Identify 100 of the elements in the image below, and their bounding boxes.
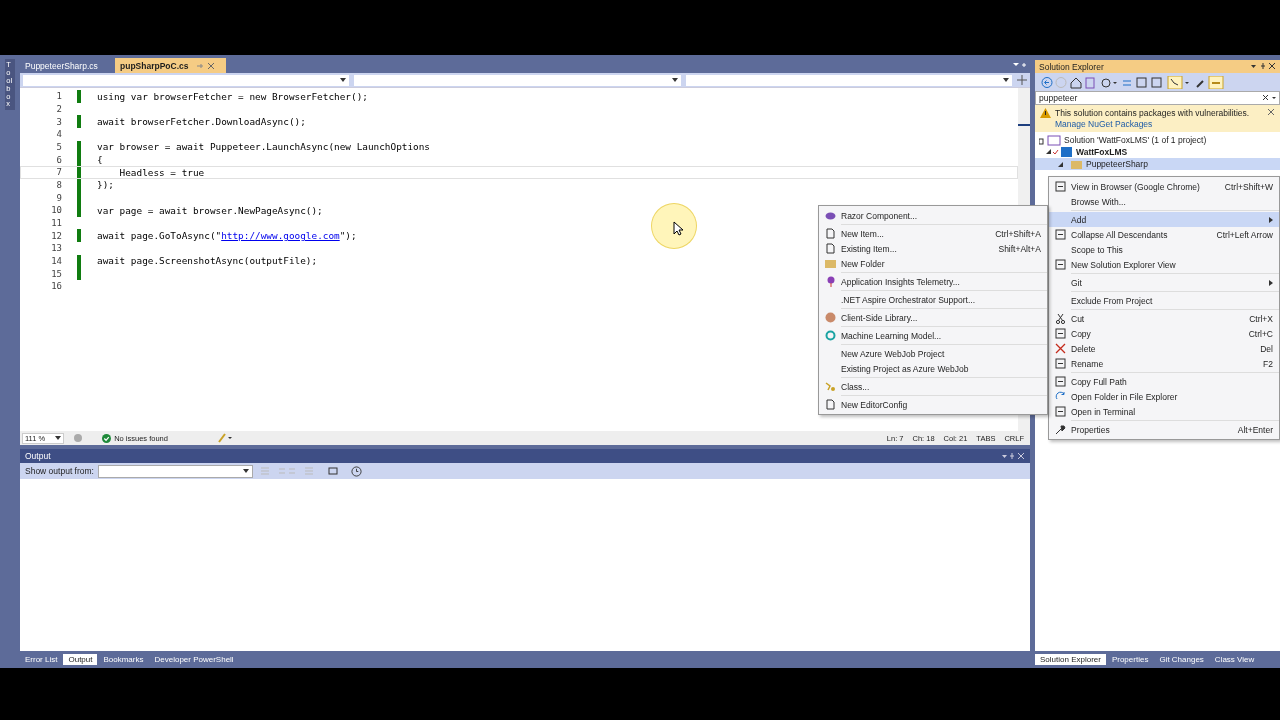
line-number: 4 xyxy=(55,129,62,140)
delete-icon xyxy=(1054,343,1066,354)
file-icon xyxy=(824,228,836,239)
folder-icon xyxy=(824,258,836,269)
panel-title: Solution Explorer xyxy=(1039,61,1104,72)
menu-item[interactable]: Delete Del xyxy=(1049,341,1279,356)
tree-item[interactable]: Solution 'WattFoxLMS' (1 of 1 project) xyxy=(1064,135,1207,145)
line-number: 10 xyxy=(50,205,62,216)
menu-item[interactable]: Client-Side Library... xyxy=(819,310,1047,325)
project-icon[interactable] xyxy=(1045,146,1073,158)
line-number: 7 xyxy=(55,167,62,178)
code-line: var browser = await Puppeteer.LaunchAsync(new LaunchOptions xyxy=(97,141,430,153)
url-link[interactable]: http://www.google.com xyxy=(221,230,340,242)
panel-controls-icon[interactable] xyxy=(1001,451,1025,461)
code-line: await browserFetcher.DownloadAsync(); xyxy=(97,116,306,128)
code-line: var page = await browser.NewPageAsync(); xyxy=(97,204,323,216)
tree-item[interactable]: WattFoxLMS xyxy=(1076,147,1128,157)
curved-arrow-icon xyxy=(1054,391,1066,402)
split-icon[interactable] xyxy=(1017,75,1027,85)
menu-item[interactable]: Rename F2 xyxy=(1049,356,1279,371)
line-number: 2 xyxy=(55,104,62,114)
menu-item[interactable]: Copy Full Path xyxy=(1049,374,1279,389)
scissors-icon xyxy=(1054,313,1066,324)
panel-tab[interactable]: Output xyxy=(63,654,98,665)
panel-tab[interactable]: Developer PowerShell xyxy=(149,654,239,665)
code-line: }); xyxy=(97,179,114,191)
code-line: Headless = true xyxy=(118,166,205,178)
menu-item[interactable]: Browse With... xyxy=(1049,194,1279,209)
line-number: 5 xyxy=(55,141,62,152)
editor-tab[interactable]: pupSharpPoC.cs xyxy=(115,58,227,73)
menu-item[interactable]: Scope to This xyxy=(1049,242,1279,257)
menu-item[interactable]: New Solution Explorer View xyxy=(1049,257,1279,272)
line-number: 11 xyxy=(50,217,62,228)
line-number: 12 xyxy=(50,230,62,241)
file-icon xyxy=(824,243,836,254)
dropdown-arrow-icon[interactable] xyxy=(1003,78,1009,82)
menu-item[interactable]: .NET Aspire Orchestrator Support... xyxy=(819,292,1047,307)
mouse-pointer-icon xyxy=(673,221,683,236)
menu-item[interactable]: New Item... Ctrl+Shift+A xyxy=(819,226,1047,241)
field-label: Show output from: xyxy=(25,466,94,476)
folder-icon[interactable] xyxy=(1057,158,1083,170)
menu-item[interactable]: Copy Ctrl+C xyxy=(1049,326,1279,341)
menu-item[interactable]: Existing Project as Azure WebJob xyxy=(819,361,1047,376)
dropdown-arrow-icon[interactable] xyxy=(243,469,249,473)
check-circle-icon xyxy=(102,433,112,443)
line-number: 15 xyxy=(50,268,62,279)
pin-close-icon[interactable] xyxy=(196,61,217,70)
menu-item[interactable]: Cut Ctrl+X xyxy=(1049,311,1279,326)
panel-tab[interactable]: Class View xyxy=(1209,654,1260,665)
code-line: await page.ScreenshotAsync(outputFile); xyxy=(97,255,318,267)
wrench-icon xyxy=(1054,424,1066,435)
dropdown-arrow-icon[interactable] xyxy=(671,78,678,82)
menu-item[interactable]: Properties Alt+Enter xyxy=(1049,422,1279,437)
code-line: { xyxy=(97,154,103,166)
line-number: 3 xyxy=(55,116,62,127)
menu-item[interactable]: Existing Item... Shift+Alt+A xyxy=(819,241,1047,256)
warning-icon xyxy=(1040,108,1051,118)
manage-packages-link[interactable]: Manage NuGet Packages xyxy=(1055,119,1263,129)
panel-tab[interactable]: Bookmarks xyxy=(98,654,149,665)
menu-item[interactable]: Razor Component... xyxy=(819,208,1047,223)
panel-tab[interactable]: Properties xyxy=(1106,654,1154,665)
menu-item[interactable]: Class... xyxy=(819,379,1047,394)
explorer-toolbar-icon[interactable] xyxy=(1041,75,1226,89)
line-number: 8 xyxy=(55,179,62,190)
menu-item[interactable]: Git xyxy=(1049,275,1279,290)
line-number: 1 xyxy=(55,91,62,102)
menu-item[interactable]: Machine Learning Model... xyxy=(819,328,1047,343)
line-number: 16 xyxy=(50,281,62,292)
menu-item[interactable]: New Folder xyxy=(819,256,1047,271)
line-number: 13 xyxy=(50,243,62,254)
menu-item[interactable]: Collapse All Descendants Ctrl+Left Arrow xyxy=(1049,227,1279,242)
razor-icon xyxy=(824,210,836,221)
menu-item[interactable]: Open in Terminal xyxy=(1049,404,1279,419)
panel-title: Output xyxy=(25,451,51,461)
menu-item[interactable]: New EditorConfig xyxy=(819,397,1047,412)
editor-tab[interactable]: PuppeteerSharp.cs xyxy=(20,58,110,73)
clock-icon[interactable] xyxy=(351,465,362,477)
code-line: await page.GoToAsync("http://www.google.com"); xyxy=(97,230,357,242)
menu-item[interactable]: Exclude From Project xyxy=(1049,293,1279,308)
solution-icon xyxy=(1039,134,1061,146)
line-number: 6 xyxy=(55,154,62,165)
dropdown-arrow-icon[interactable] xyxy=(340,78,347,82)
cursor-highlight xyxy=(651,203,697,249)
warning-text: This solution contains packages with vulnerabilities. xyxy=(1055,108,1251,118)
code-line: using var browserFetcher = new BrowserFetcher(); xyxy=(97,90,368,102)
panel-controls-icon[interactable] xyxy=(1250,62,1276,71)
clear-icon[interactable] xyxy=(1262,94,1276,102)
panel-tab[interactable]: Solution Explorer xyxy=(1035,654,1106,665)
panel-tab[interactable]: Git Changes xyxy=(1154,654,1209,665)
close-icon[interactable] xyxy=(1267,108,1275,116)
panel-tab[interactable]: Error List xyxy=(20,654,63,665)
menu-item[interactable]: Application Insights Telemetry... xyxy=(819,274,1047,289)
tab-menu-icon[interactable] xyxy=(1011,60,1027,70)
dropdown-arrow-icon[interactable] xyxy=(55,436,62,440)
menu-item[interactable]: View in Browser (Google Chrome) Ctrl+Shift+W xyxy=(1049,179,1279,194)
menu-item[interactable]: New Azure WebJob Project xyxy=(819,346,1047,361)
menu-item[interactable]: Add xyxy=(1049,212,1279,227)
menu-item[interactable]: Open Folder in File Explorer xyxy=(1049,389,1279,404)
search-field[interactable]: puppeteer xyxy=(1035,91,1280,105)
cleanup-icon[interactable] xyxy=(216,433,233,443)
